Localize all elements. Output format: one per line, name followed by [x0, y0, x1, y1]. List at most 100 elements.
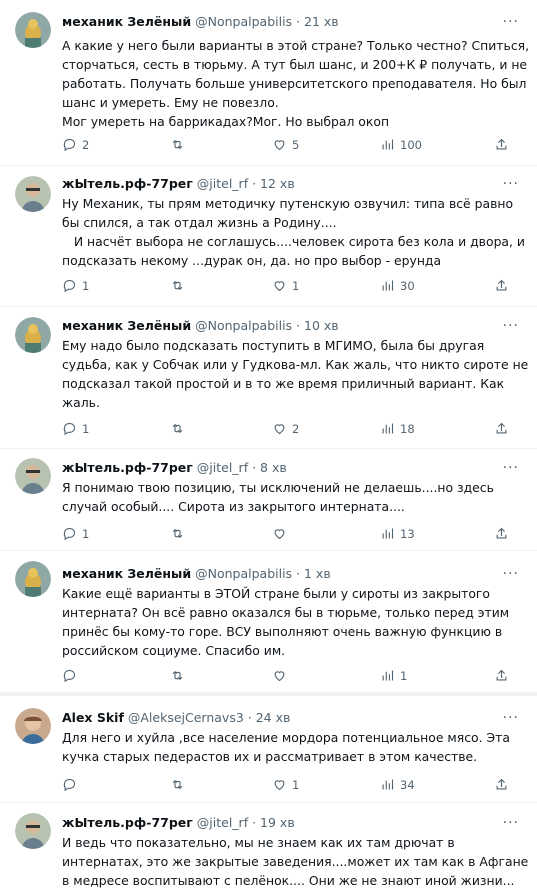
- author-name[interactable]: Alex Skif: [62, 710, 124, 725]
- views-button[interactable]: 18: [380, 421, 415, 436]
- tweet[interactable]: механик Зелёный @Nonpalpabilis · 1 хв ··…: [0, 551, 537, 696]
- avatar[interactable]: [15, 12, 51, 48]
- author-name[interactable]: жЫтель.рф-77рег: [62, 460, 193, 475]
- retweet-icon: [172, 280, 183, 291]
- reply-button[interactable]: 1: [62, 526, 89, 541]
- reply-button[interactable]: [62, 777, 82, 792]
- author-handle[interactable]: @jitel_rf: [197, 460, 248, 475]
- views-button[interactable]: 34: [380, 777, 415, 792]
- author-handle[interactable]: @Nonpalpabilis: [195, 14, 292, 29]
- author-name[interactable]: механик Зелёный: [62, 14, 191, 29]
- share-icon: [496, 279, 507, 291]
- views-count: 30: [400, 278, 415, 293]
- retweet-icon: [172, 423, 183, 434]
- views-count: 34: [400, 777, 415, 792]
- retweet-icon: [172, 779, 183, 790]
- share-icon: [496, 527, 507, 539]
- retweet-icon: [172, 139, 183, 150]
- like-button[interactable]: 2: [272, 421, 299, 436]
- views-count: 1: [400, 668, 408, 683]
- views-icon: [382, 139, 394, 150]
- views-button[interactable]: 30: [380, 278, 415, 293]
- heart-icon: [274, 780, 285, 791]
- heart-icon: [274, 140, 285, 151]
- tweet[interactable]: механик Зелёный @Nonpalpabilis · 21 хв ·…: [0, 0, 537, 166]
- more-options-icon[interactable]: ···: [503, 566, 519, 582]
- tweet[interactable]: жЫтель.рф-77рег @jitel_rf · 8 хв ··· Я п…: [0, 449, 537, 551]
- reply-button[interactable]: [62, 668, 82, 683]
- reply-button[interactable]: 1: [62, 421, 89, 436]
- author-name[interactable]: жЫтель.рф-77рег: [62, 815, 193, 830]
- retweet-icon: [172, 528, 183, 539]
- avatar[interactable]: [15, 458, 51, 494]
- author-name[interactable]: механик Зелёный: [62, 566, 191, 581]
- author-handle[interactable]: @AleksejCernavs3: [128, 710, 244, 725]
- like-count: 5: [292, 137, 300, 152]
- avatar[interactable]: [15, 561, 51, 597]
- like-button[interactable]: 5: [272, 137, 299, 152]
- author-handle[interactable]: @Nonpalpabilis: [195, 318, 292, 333]
- avatar[interactable]: [15, 813, 51, 849]
- tweet[interactable]: жЫтель.рф-77рег @jitel_rf · 12 хв ··· Ну…: [0, 166, 537, 307]
- share-button[interactable]: [494, 137, 509, 152]
- tweet-time[interactable]: 19 хв: [260, 815, 295, 830]
- share-button[interactable]: [494, 526, 509, 541]
- tweet-time[interactable]: 8 хв: [260, 460, 287, 475]
- like-count: 2: [292, 421, 300, 436]
- tweet-time[interactable]: 21 хв: [304, 14, 339, 29]
- avatar[interactable]: [15, 176, 51, 212]
- like-button[interactable]: 1: [272, 777, 299, 792]
- share-button[interactable]: [494, 421, 509, 436]
- retweet-button[interactable]: [170, 421, 190, 436]
- tweet-text: Для него и хуйла ,все население мордора …: [62, 730, 514, 764]
- avatar[interactable]: [15, 317, 51, 353]
- tweet[interactable]: Alex Skif @AleksejCernavs3 · 24 хв ··· Д…: [0, 700, 537, 803]
- tweet-time[interactable]: 12 хв: [260, 176, 295, 191]
- author-handle[interactable]: @jitel_rf: [197, 815, 248, 830]
- views-button[interactable]: 100: [380, 137, 422, 152]
- reply-icon: [63, 778, 76, 792]
- tweet[interactable]: механик Зелёный @Nonpalpabilis · 10 хв ·…: [0, 307, 537, 449]
- reply-button[interactable]: 2: [62, 137, 89, 152]
- views-icon: [382, 670, 394, 681]
- share-icon: [496, 669, 507, 681]
- tweet-time[interactable]: 10 хв: [304, 318, 339, 333]
- views-icon: [382, 779, 394, 790]
- retweet-icon: [172, 670, 183, 681]
- views-button[interactable]: 1: [380, 668, 407, 683]
- author-name[interactable]: жЫтель.рф-77рег: [62, 176, 193, 191]
- author-name[interactable]: механик Зелёный: [62, 318, 191, 333]
- share-button[interactable]: [494, 777, 509, 792]
- retweet-button[interactable]: [170, 526, 190, 541]
- share-icon: [496, 778, 507, 790]
- avatar[interactable]: [15, 708, 51, 744]
- like-button[interactable]: 1: [272, 278, 299, 293]
- like-button[interactable]: [272, 526, 292, 541]
- tweet-time[interactable]: 24 хв: [256, 710, 291, 725]
- share-button[interactable]: [494, 278, 509, 293]
- like-button[interactable]: [272, 668, 292, 683]
- tweet-text: А какие у него были варианты в этой стра…: [62, 38, 530, 129]
- like-count: 1: [292, 278, 300, 293]
- retweet-button[interactable]: [170, 137, 190, 152]
- retweet-button[interactable]: [170, 668, 190, 683]
- like-count: 1: [292, 777, 300, 792]
- more-options-icon[interactable]: ···: [503, 318, 519, 334]
- reply-icon: [63, 422, 76, 436]
- reply-icon: [63, 527, 76, 541]
- tweet[interactable]: жЫтель.рф-77рег @jitel_rf · 19 хв ··· И …: [0, 803, 537, 895]
- more-options-icon[interactable]: ···: [503, 460, 519, 476]
- more-options-icon[interactable]: ···: [503, 710, 519, 726]
- more-options-icon[interactable]: ···: [503, 14, 519, 30]
- tweet-text: Я понимаю твою позицию, ты исключений не…: [62, 480, 498, 514]
- more-options-icon[interactable]: ···: [503, 815, 519, 831]
- tweet-time[interactable]: 1 хв: [304, 566, 331, 581]
- more-options-icon[interactable]: ···: [503, 176, 519, 192]
- retweet-button[interactable]: [170, 278, 190, 293]
- share-button[interactable]: [494, 668, 509, 683]
- reply-button[interactable]: 1: [62, 278, 89, 293]
- author-handle[interactable]: @jitel_rf: [197, 176, 248, 191]
- retweet-button[interactable]: [170, 777, 190, 792]
- author-handle[interactable]: @Nonpalpabilis: [195, 566, 292, 581]
- views-button[interactable]: 13: [380, 526, 415, 541]
